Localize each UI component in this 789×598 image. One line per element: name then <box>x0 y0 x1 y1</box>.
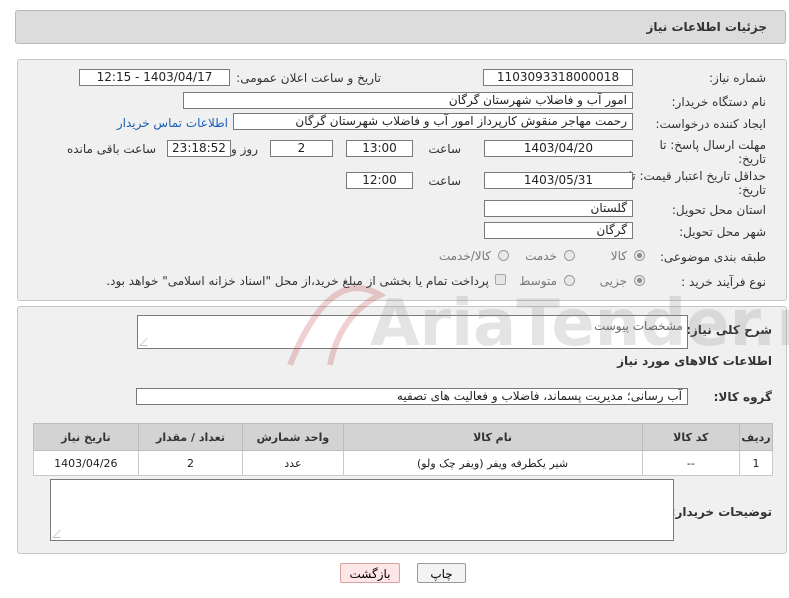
city-label: شهر محل تحویل: <box>679 225 766 239</box>
deadline-time-label: ساعت <box>428 142 461 156</box>
process-label: نوع فرآیند خرید : <box>681 275 766 289</box>
cell-row-number: 1 <box>739 450 773 476</box>
process-option-minor: جزیی <box>599 274 627 288</box>
city-field: گرگان <box>484 222 633 239</box>
buyer-notes-field <box>50 479 674 541</box>
page-header: جزئیات اطلاعات نیاز <box>15 10 786 44</box>
cell-need-date: 1403/04/26 <box>33 450 139 476</box>
deadline-time-field: 13:00 <box>346 140 413 157</box>
print-button[interactable]: چاپ <box>417 563 466 583</box>
validity-label: حداقل تاریخ اعتبار قیمت: تا <box>628 169 766 183</box>
province-label: استان محل تحویل: <box>671 203 766 217</box>
buyer-notes-label: توضیحات خریدار: <box>670 505 772 519</box>
days-remaining-field: 2 <box>270 140 333 157</box>
goods-group-field: آب رسانی؛ مدیریت پسماند، فاضلاب و فعالیت… <box>136 388 688 405</box>
col-row-number: ردیف <box>739 423 773 451</box>
buyer-org-label: نام دستگاه خریدار: <box>671 95 767 109</box>
province-field: گلستان <box>484 200 633 217</box>
buyer-org-field: امور آب و فاضلاب شهرستان گرگان <box>183 92 633 109</box>
resize-handle-icon[interactable] <box>139 338 155 346</box>
announce-label: تاریخ و ساعت اعلان عمومی: <box>236 71 381 85</box>
announce-field: 1403/04/17 - 12:15 <box>79 69 230 86</box>
category-radio-service[interactable] <box>564 250 575 261</box>
category-radio-goods-service[interactable] <box>498 250 509 261</box>
creator-label: ایجاد کننده درخواست: <box>655 117 766 131</box>
need-number-label: شماره نیاز: <box>709 71 766 85</box>
col-unit: واحد شمارش <box>242 423 344 451</box>
process-radio-minor[interactable] <box>634 275 645 286</box>
cell-item-code: -- <box>641 450 741 476</box>
cell-item-name: شیر یکطرفه ویفر (ویفر چک ولو) <box>342 450 643 476</box>
goods-info-title: اطلاعات کالاهای مورد نیاز <box>617 354 772 368</box>
col-need-date: تاریخ نیاز <box>33 423 139 451</box>
table-row: 1 -- شیر یکطرفه ویفر (ویفر چک ولو) عدد 2… <box>33 450 773 476</box>
deadline-label: مهلت ارسال پاسخ: تا <box>659 138 766 152</box>
table-header-row: ردیف کد کالا نام کالا واحد شمارش تعداد /… <box>33 423 773 451</box>
cell-quantity: 2 <box>137 450 244 476</box>
validity-label-date: تاریخ: <box>738 183 766 197</box>
category-option-goods: کالا <box>610 249 627 263</box>
validity-date-field: 1403/05/31 <box>484 172 633 189</box>
deadline-date-field: 1403/04/20 <box>484 140 633 157</box>
days-label: روز و <box>231 142 258 156</box>
goods-table: ردیف کد کالا نام کالا واحد شمارش تعداد /… <box>33 423 773 476</box>
cell-unit: عدد <box>242 450 344 476</box>
category-label: طبقه بندی موضوعی: <box>659 250 766 264</box>
category-radio-goods[interactable] <box>634 250 645 261</box>
validity-time-field: 12:00 <box>346 172 413 189</box>
deadline-label-date: تاریخ: <box>738 152 766 166</box>
resize-handle-icon[interactable] <box>52 530 68 538</box>
creator-field: رحمت مهاجر منقوش کارپرداز امور آب و فاضل… <box>233 113 633 130</box>
payment-note: پرداخت تمام یا بخشی از مبلغ خرید،از محل … <box>106 274 489 288</box>
buyer-contact-link[interactable]: اطلاعات تماس خریدار <box>117 116 228 130</box>
col-quantity: تعداد / مقدار <box>137 423 244 451</box>
goods-group-label: گروه کالا: <box>713 390 772 404</box>
need-info-panel: شماره نیاز: 1103093318000018 تاریخ و ساع… <box>17 59 787 301</box>
col-item-name: نام کالا <box>342 423 643 451</box>
description-field: مشخصات پیوست <box>137 315 688 349</box>
description-label: شرح کلی نیاز: <box>686 323 772 337</box>
treasury-checkbox[interactable] <box>495 274 506 285</box>
back-button[interactable]: بازگشت <box>340 563 400 583</box>
process-option-medium: متوسط <box>519 274 557 288</box>
description-value: مشخصات پیوست <box>593 319 683 333</box>
col-item-code: کد کالا <box>641 423 741 451</box>
process-radio-medium[interactable] <box>564 275 575 286</box>
remaining-time-field: 23:18:52 <box>167 140 231 157</box>
remaining-time-label: ساعت باقی مانده <box>66 142 156 156</box>
category-option-service: خدمت <box>525 249 557 263</box>
category-option-goods-service: کالا/خدمت <box>438 249 491 263</box>
need-number-field: 1103093318000018 <box>483 69 633 86</box>
validity-time-label: ساعت <box>428 174 461 188</box>
page-title: جزئیات اطلاعات نیاز <box>646 20 767 34</box>
